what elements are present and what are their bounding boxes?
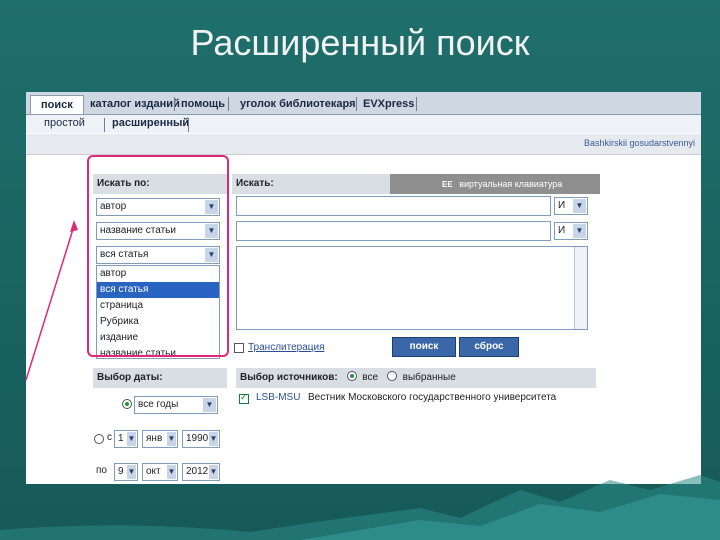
from-month-value: янв xyxy=(146,433,163,444)
chevron-down-icon: ▼ xyxy=(573,224,586,238)
all-years-radio[interactable] xyxy=(122,399,132,409)
slide-title: Расширенный поиск xyxy=(190,22,530,63)
sub-navigation: простой расширенный xyxy=(26,115,701,133)
virtual-keyboard-label: виртуальная клавиатура xyxy=(459,179,563,189)
subtab-separator xyxy=(104,118,105,132)
transliteration-link[interactable]: Транслитерация xyxy=(248,342,325,353)
date-from-label: с xyxy=(107,432,112,443)
transliteration-checkbox[interactable] xyxy=(234,343,244,353)
search-button[interactable]: поиск xyxy=(392,337,456,357)
search-screenshot: поиск каталог изданий помощь уголок библ… xyxy=(26,92,701,484)
chevron-down-icon: ▼ xyxy=(167,432,176,446)
tab-separator xyxy=(356,97,357,111)
reset-button[interactable]: сброс xyxy=(459,337,519,357)
search-term-input-2[interactable] xyxy=(236,221,551,241)
tab-catalog[interactable]: каталог изданий xyxy=(90,95,180,113)
keyboard-icon: EE xyxy=(442,180,453,189)
tab-search[interactable]: поиск xyxy=(30,95,84,114)
tab-help[interactable]: помощь xyxy=(181,95,225,113)
search-term-input-1[interactable] xyxy=(236,196,551,216)
sources-header-label: Выбор источников: xyxy=(240,372,338,383)
institution-link[interactable]: Bashkirskii gosudarstvennyi xyxy=(584,138,695,148)
source-checkbox[interactable]: ✓ xyxy=(239,392,249,404)
bool-op-2-value: И xyxy=(558,225,566,236)
tab-separator xyxy=(416,97,417,111)
from-day-select[interactable]: 1 ▼ xyxy=(114,430,138,448)
sources-selected-label: выбранные xyxy=(402,372,456,383)
bool-op-select-1[interactable]: И ▼ xyxy=(554,197,588,215)
source-code[interactable]: LSB-MSU xyxy=(256,392,300,403)
subtab-simple[interactable]: простой xyxy=(44,117,85,129)
sources-all-radio[interactable] xyxy=(346,371,357,381)
subtab-advanced[interactable]: расширенный xyxy=(112,117,189,129)
from-year-value: 1990 xyxy=(186,433,209,444)
tab-separator xyxy=(228,97,229,111)
bool-op-select-2[interactable]: И ▼ xyxy=(554,222,588,240)
check-icon: ✓ xyxy=(240,392,248,402)
chevron-down-icon: ▼ xyxy=(127,432,136,446)
search-for-header: Искать: xyxy=(232,174,390,194)
from-year-select[interactable]: 1990 ▼ xyxy=(182,430,220,448)
sources-header: Выбор источников: все выбранные xyxy=(236,368,596,388)
search-term-textarea[interactable] xyxy=(236,246,588,330)
from-month-select[interactable]: янв ▼ xyxy=(142,430,178,448)
highlight-frame xyxy=(87,155,229,357)
tab-separator xyxy=(174,97,175,111)
chevron-down-icon: ▼ xyxy=(209,432,218,446)
info-bar: Bashkirskii gosudarstvennyi xyxy=(26,134,701,155)
chevron-down-icon: ▼ xyxy=(203,398,216,412)
tab-librarian-corner[interactable]: уголок библиотекаря xyxy=(240,95,356,113)
mountain-decoration xyxy=(0,475,720,540)
date-header: Выбор даты: xyxy=(93,368,227,388)
all-years-select[interactable]: все годы ▼ xyxy=(134,396,218,414)
chevron-down-icon: ▼ xyxy=(573,199,586,213)
sources-all-label: все xyxy=(362,372,379,383)
sources-selected-radio[interactable] xyxy=(386,371,397,381)
top-navigation: поиск каталог изданий помощь уголок библ… xyxy=(26,92,701,115)
from-day-value: 1 xyxy=(118,433,124,444)
scrollbar[interactable] xyxy=(574,247,587,329)
virtual-keyboard-link[interactable]: EE виртуальная клавиатура xyxy=(390,174,600,194)
date-range-radio[interactable] xyxy=(94,434,104,444)
tab-evxpress[interactable]: EVXpress xyxy=(363,95,414,113)
source-name: Вестник Московского государственного уни… xyxy=(308,392,557,403)
bool-op-1-value: И xyxy=(558,200,566,211)
all-years-value: все годы xyxy=(138,399,179,410)
subtab-separator xyxy=(188,118,189,132)
